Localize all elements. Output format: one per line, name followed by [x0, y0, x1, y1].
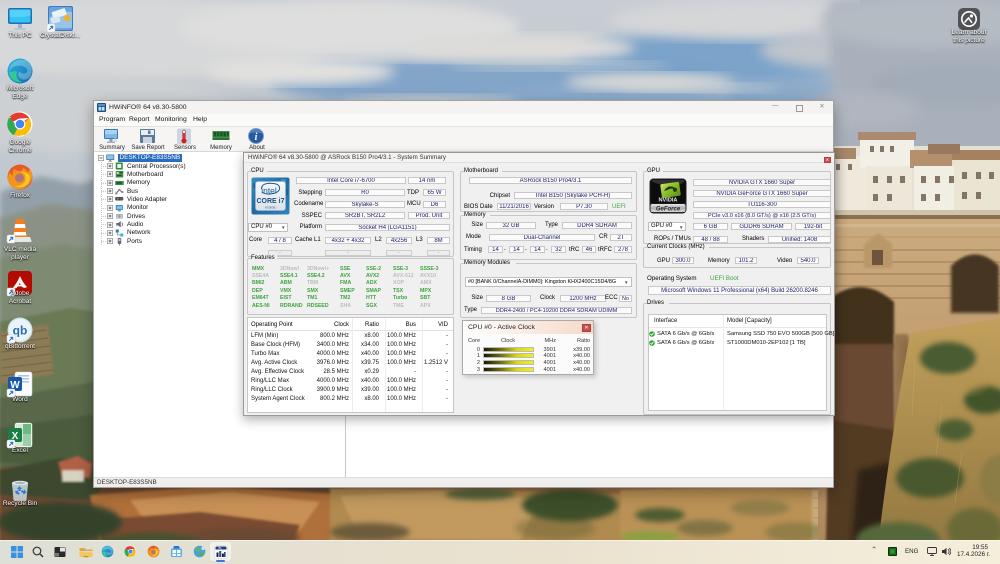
- svg-text:NVIDIA: NVIDIA: [659, 198, 678, 204]
- svg-text:h.: h.: [218, 546, 221, 550]
- svg-text:GeForce: GeForce: [656, 206, 681, 212]
- svg-text:i: i: [255, 132, 258, 143]
- svg-text:inside: inside: [265, 205, 276, 210]
